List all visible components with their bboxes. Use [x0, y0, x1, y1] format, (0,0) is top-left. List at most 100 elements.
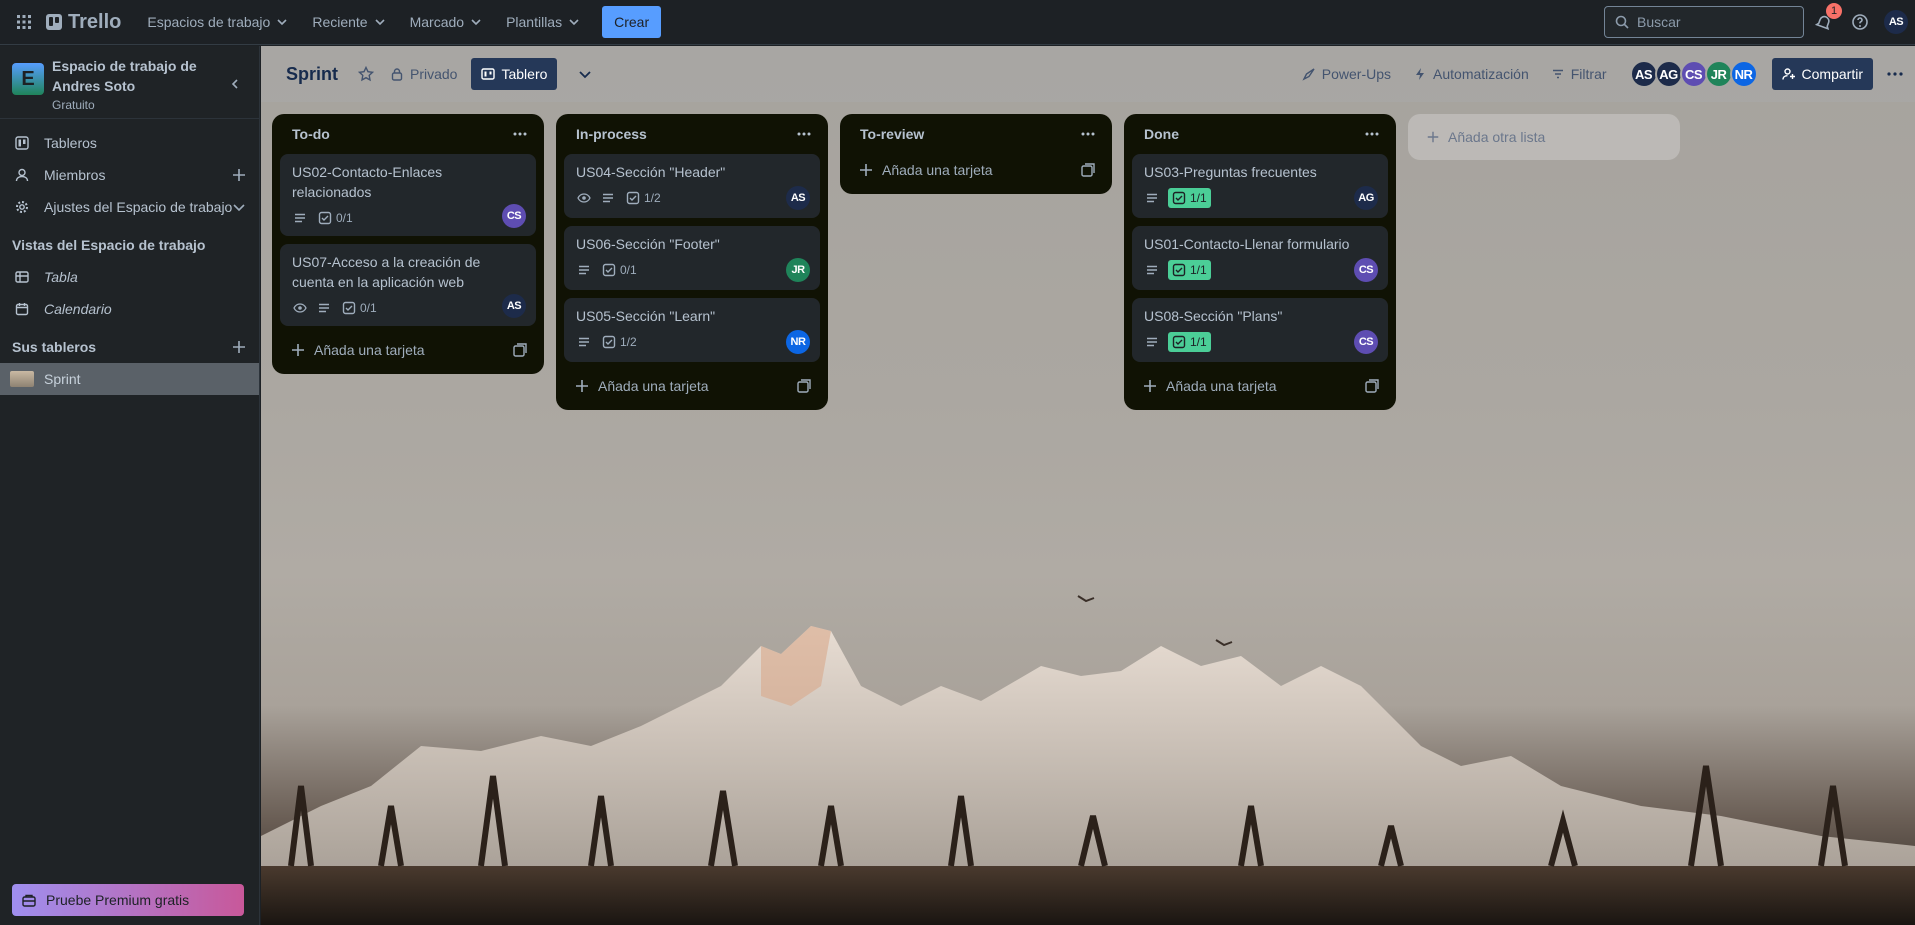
star-icon[interactable] — [350, 58, 382, 90]
list-done[interactable]: Done US03-Preguntas frecuentes 1/1 AG US… — [1124, 114, 1396, 410]
list-title[interactable]: To-review — [860, 126, 924, 142]
gear-icon — [14, 199, 30, 215]
sidebar: E Espacio de trabajo de Andres Soto Grat… — [0, 46, 260, 925]
card[interactable]: US06-Sección "Footer" 0/1 JR — [564, 226, 820, 290]
sidebar-item-settings[interactable]: Ajustes del Espacio de trabajo — [0, 191, 259, 223]
share-button[interactable]: Compartir — [1771, 58, 1873, 90]
card-title: US05-Sección "Learn" — [576, 308, 716, 324]
add-card-label: Añada una tarjeta — [314, 342, 425, 358]
list-in-process[interactable]: In-process US04-Sección "Header" 1/2 AS … — [556, 114, 828, 410]
app-root: Trello Espacios de trabajo Reciente Marc… — [0, 0, 1915, 925]
checklist-badge: 0/1 — [340, 298, 379, 318]
card-template-icon[interactable] — [1080, 162, 1096, 178]
card-template-icon[interactable] — [796, 378, 812, 394]
visibility-button[interactable]: Privado — [382, 58, 465, 90]
sidebar-board-sprint[interactable]: Sprint — [0, 363, 259, 395]
list-title[interactable]: To-do — [292, 126, 330, 142]
sidebar-item-members[interactable]: Miembros — [0, 159, 259, 191]
more-icon[interactable] — [1879, 58, 1911, 90]
chevron-down-icon[interactable] — [569, 58, 601, 90]
search-box[interactable]: Buscar — [1604, 6, 1804, 38]
description-icon — [1144, 190, 1160, 206]
collapse-sidebar-icon[interactable] — [223, 72, 247, 96]
board-canvas: Sprint Privado Tablero Power-Ups Automat… — [261, 46, 1915, 925]
list-menu-icon[interactable] — [1080, 126, 1096, 142]
card[interactable]: US01-Contacto-Llenar formulario 1/1 CS — [1132, 226, 1388, 290]
board-title[interactable]: Sprint — [286, 64, 338, 85]
powerups-button[interactable]: Power-Ups — [1294, 58, 1399, 90]
premium-icon — [22, 894, 36, 907]
add-card-button[interactable]: Añada una tarjeta — [848, 154, 1104, 186]
list-to-review[interactable]: To-review Añada una tarjeta — [840, 114, 1112, 194]
card-member-avatar[interactable]: CS — [1354, 330, 1378, 354]
sidebar-item-calendar[interactable]: Calendario — [0, 293, 259, 325]
try-premium-button[interactable]: Pruebe Premium gratis — [12, 884, 244, 916]
card-member-avatar[interactable]: CS — [1354, 258, 1378, 282]
checkbox-icon — [1172, 335, 1186, 349]
app-switcher-icon[interactable] — [12, 10, 36, 34]
member-avatar[interactable]: JR — [1704, 60, 1733, 88]
search-input[interactable]: Buscar — [1637, 14, 1681, 30]
card[interactable]: US02-Contacto-Enlaces relacionados 0/1 C… — [280, 154, 536, 236]
card-member-avatar[interactable]: CS — [502, 204, 526, 228]
card-member-avatar[interactable]: AS — [786, 186, 810, 210]
workspace-name[interactable]: Espacio de trabajo de Andres Soto — [52, 56, 212, 96]
card-template-icon[interactable] — [1364, 378, 1380, 394]
card-member-avatar[interactable]: AS — [502, 294, 526, 318]
list-header: In-process — [556, 114, 828, 154]
member-avatar[interactable]: NR — [1729, 60, 1758, 88]
list-menu-icon[interactable] — [796, 126, 812, 142]
add-member-icon[interactable] — [231, 167, 247, 183]
nav-workspaces[interactable]: Espacios de trabajo — [135, 6, 300, 38]
card[interactable]: US04-Sección "Header" 1/2 AS — [564, 154, 820, 218]
card-title: US01-Contacto-Llenar formulario — [1144, 236, 1350, 252]
sidebar-item-boards[interactable]: Tableros — [0, 127, 259, 159]
card-title: US06-Sección "Footer" — [576, 236, 720, 252]
list-menu-icon[interactable] — [1364, 126, 1380, 142]
list-menu-icon[interactable] — [512, 126, 528, 142]
list-todo[interactable]: To-do US02-Contacto-Enlaces relacionados… — [272, 114, 544, 374]
automation-button[interactable]: Automatización — [1405, 58, 1537, 90]
member-avatar[interactable]: AG — [1654, 60, 1683, 88]
list-title[interactable]: In-process — [576, 126, 647, 142]
add-person-icon — [1781, 68, 1795, 80]
nav-recent[interactable]: Reciente — [300, 6, 397, 38]
member-avatar[interactable]: CS — [1679, 60, 1708, 88]
chevron-down-icon — [375, 19, 385, 26]
trello-logo[interactable]: Trello — [46, 11, 121, 34]
add-card-button[interactable]: Añada una tarjeta — [1132, 370, 1388, 402]
checkbox-icon — [602, 263, 616, 277]
chevron-down-icon[interactable] — [231, 199, 247, 215]
share-label: Compartir — [1801, 66, 1863, 82]
plus-icon — [860, 164, 872, 176]
add-card-button[interactable]: Añada una tarjeta — [564, 370, 820, 402]
add-list-button[interactable]: Añada otra lista — [1408, 114, 1680, 160]
member-avatar[interactable]: AS — [1629, 60, 1658, 88]
description-icon — [576, 334, 592, 350]
checkbox-icon — [626, 191, 640, 205]
help-icon[interactable] — [1848, 10, 1872, 34]
card-member-avatar[interactable]: NR — [786, 330, 810, 354]
nav-starred[interactable]: Marcado — [398, 6, 494, 38]
workspace-header: E Espacio de trabajo de Andres Soto Grat… — [0, 46, 259, 119]
add-card-button[interactable]: Añada una tarjeta — [280, 334, 536, 366]
sidebar-item-table[interactable]: Tabla — [0, 261, 259, 293]
card-member-avatar[interactable]: AG — [1354, 186, 1378, 210]
add-board-icon[interactable] — [231, 339, 247, 355]
description-icon — [576, 262, 592, 278]
card[interactable]: US07-Acceso a la creación de cuenta en l… — [280, 244, 536, 326]
create-button[interactable]: Crear — [602, 6, 662, 38]
card[interactable]: US05-Sección "Learn" 1/2 NR — [564, 298, 820, 362]
checklist-count: 0/1 — [620, 263, 637, 277]
board-view-button[interactable]: Tablero — [471, 58, 558, 90]
card-member-avatar[interactable]: JR — [786, 258, 810, 282]
list-title[interactable]: Done — [1144, 126, 1179, 142]
card[interactable]: US08-Sección "Plans" 1/1 CS — [1132, 298, 1388, 362]
card[interactable]: US03-Preguntas frecuentes 1/1 AG — [1132, 154, 1388, 218]
user-avatar[interactable]: AS — [1884, 10, 1908, 34]
rocket-icon — [1302, 68, 1315, 81]
card-template-icon[interactable] — [512, 342, 528, 358]
nav-templates[interactable]: Plantillas — [494, 6, 592, 38]
workspace-logo: E — [12, 63, 44, 95]
filter-button[interactable]: Filtrar — [1543, 58, 1615, 90]
